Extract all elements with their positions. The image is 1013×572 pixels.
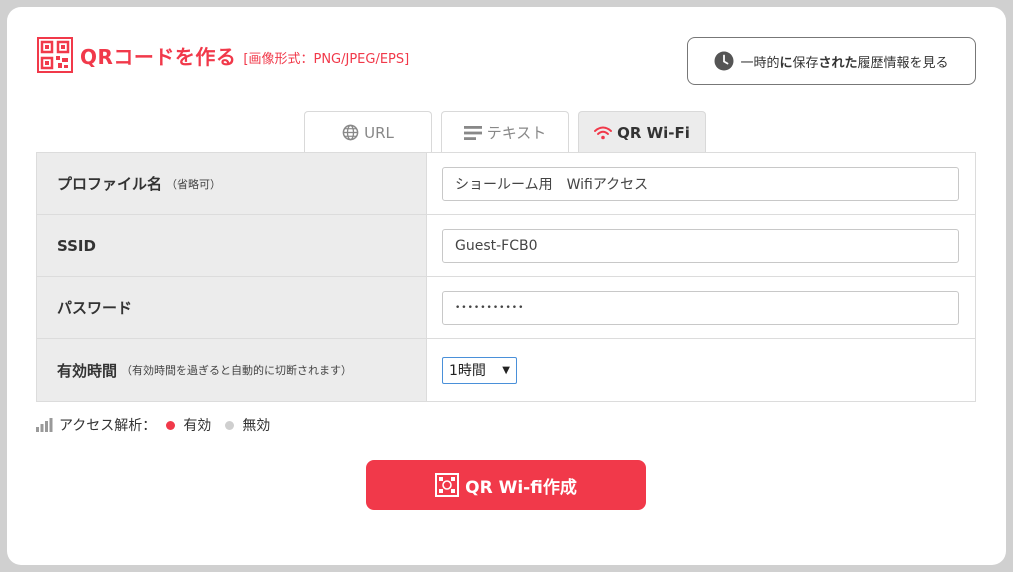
expiry-label: 有効時間 （有効時間を過ぎると自動的に切断されます） xyxy=(37,339,427,401)
tab-url[interactable]: URL xyxy=(304,111,432,153)
analytics-on-label: 有効 xyxy=(183,418,212,434)
history-button[interactable]: 一時的に保存された履歴情報を見る xyxy=(687,37,976,85)
ssid-label: SSID xyxy=(37,215,427,276)
profile-name-input[interactable] xyxy=(442,166,959,201)
qr-frame-icon xyxy=(435,473,460,497)
ssid-input[interactable] xyxy=(442,228,959,263)
analytics-off-radio[interactable]: 無効 xyxy=(225,415,270,435)
globe-icon xyxy=(342,124,359,141)
qr-logo-icon xyxy=(37,37,73,73)
analytics-label: アクセス解析： xyxy=(59,418,157,434)
expiry-row: 有効時間 （有効時間を過ぎると自動的に切断されます） 1時間 ▼ xyxy=(37,339,975,401)
expiry-selected-value: 1時間 xyxy=(449,363,486,379)
profile-row: プロファイル名 （省略可） xyxy=(37,153,975,215)
dropdown-arrow-icon: ▼ xyxy=(502,364,510,376)
radio-selected-icon xyxy=(166,420,176,430)
input-type-tabs: URL テキスト QR Wi-Fi xyxy=(304,111,715,153)
create-qr-wifi-button[interactable]: QR Wi-fi作成 xyxy=(366,460,646,510)
bar-chart-icon xyxy=(36,418,53,432)
tab-text[interactable]: テキスト xyxy=(441,111,569,153)
radio-unselected-icon xyxy=(225,420,235,430)
create-button-label: QR Wi-fi作成 xyxy=(465,477,577,498)
history-button-label: 一時的に保存された履歴情報を見る xyxy=(740,55,949,71)
access-analytics: アクセス解析： 有効 無効 xyxy=(36,415,270,435)
profile-label: プロファイル名 （省略可） xyxy=(37,153,427,214)
tab-qr-wifi-label: QR Wi-Fi xyxy=(617,123,690,142)
password-input[interactable] xyxy=(442,290,959,325)
expiry-note: （有効時間を過ぎると自動的に切断されます） xyxy=(121,364,353,377)
wifi-form: プロファイル名（省略可） SSID パスワード 有効時間（有効時間を過ぎると自動… xyxy=(36,152,976,402)
tab-qr-wifi[interactable]: QR Wi-Fi xyxy=(578,111,706,153)
clock-icon xyxy=(714,51,734,71)
format-note: [画像形式：PNG/JPEG/EPS] xyxy=(243,51,410,67)
tab-url-label: URL xyxy=(364,123,394,142)
brand-header: QRコードを作る [画像形式：PNG/JPEG/EPS] xyxy=(37,37,409,73)
expiry-select[interactable]: 1時間 ▼ xyxy=(442,356,517,384)
analytics-off-label: 無効 xyxy=(242,418,271,434)
password-row: パスワード xyxy=(37,277,975,339)
main-card: QRコードを作る [画像形式：PNG/JPEG/EPS] 一時的に保存された履歴… xyxy=(7,7,1006,565)
tab-text-label: テキスト xyxy=(486,124,547,142)
password-label: パスワード xyxy=(37,277,427,338)
analytics-on-radio[interactable]: 有効 xyxy=(166,415,211,435)
page-title: QRコードを作る xyxy=(80,44,237,69)
text-lines-icon xyxy=(463,125,482,140)
profile-optional-note: （省略可） xyxy=(166,177,222,191)
wifi-icon xyxy=(594,126,613,139)
ssid-row: SSID xyxy=(37,215,975,277)
